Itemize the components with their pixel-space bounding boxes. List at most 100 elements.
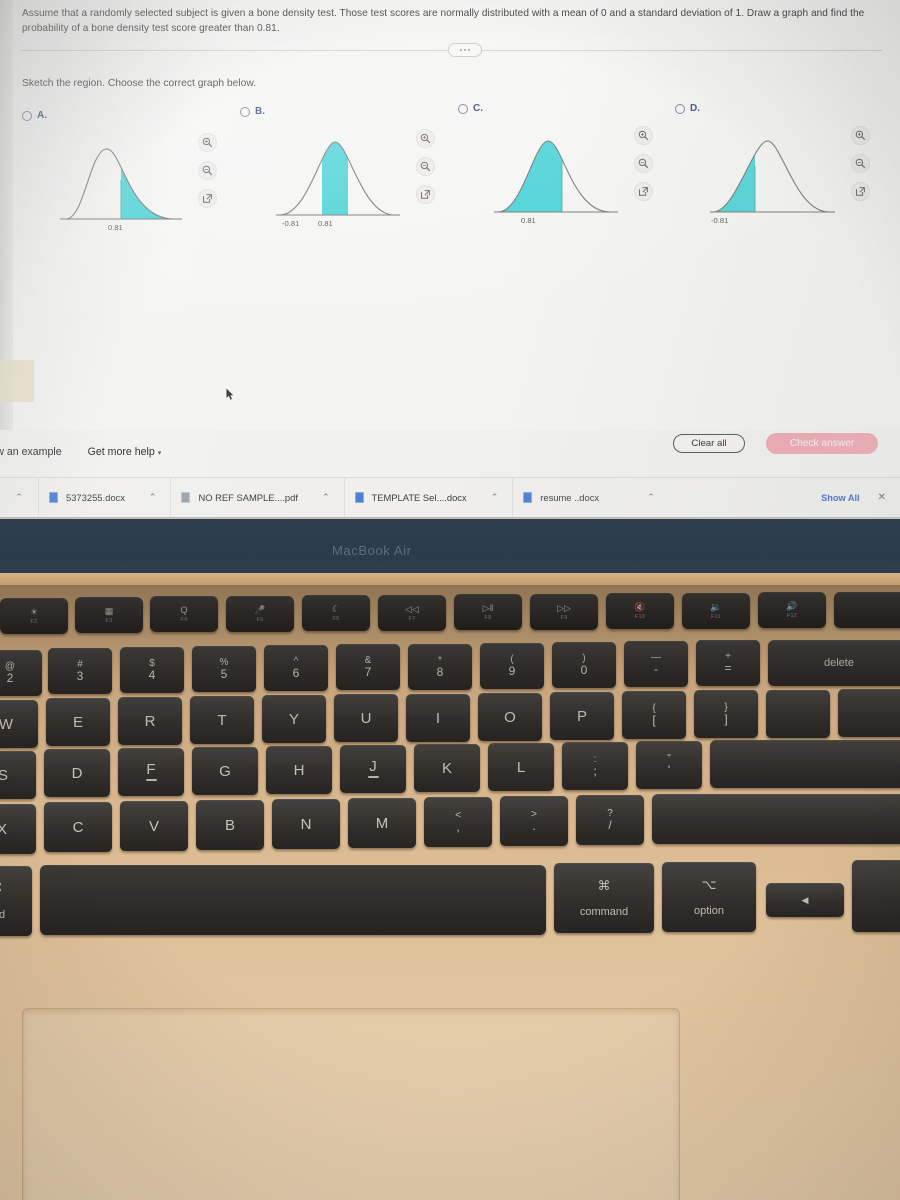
choice-c-tools[interactable] [634,126,653,201]
download-item[interactable]: 5373255.docx ⌃ [38,477,170,518]
view-example-link[interactable]: iew an example [0,446,62,458]
choice-a-head[interactable]: A. [22,110,252,121]
key-c[interactable]: C [44,802,112,852]
key-bracket-left[interactable]: { [ [622,691,686,739]
key-2[interactable]: @ 2 [0,650,42,696]
key-f12[interactable]: 🔊 F12 [758,592,826,628]
choice-b-tools[interactable] [416,129,435,204]
download-item[interactable]: NO REF SAMPLE....pdf ⌃ [170,477,343,518]
radio-button-d[interactable] [675,103,685,114]
key-w[interactable]: W [0,700,38,748]
key-7[interactable]: & 7 [336,644,400,690]
close-icon[interactable]: ✕ [878,492,886,503]
key-f6[interactable]: ☾ F6 [302,595,370,631]
key-slash[interactable]: ? / [576,795,644,845]
choice-a[interactable]: A. 0.81 [22,110,252,236]
key-f2[interactable]: ☀ F2 [0,598,68,634]
key-8[interactable]: * 8 [408,644,472,690]
key-right-extra[interactable] [838,689,900,737]
choice-c-head[interactable]: C. [458,103,688,114]
key-3[interactable]: # 3 [48,648,112,694]
popout-icon[interactable] [198,189,217,208]
key-f4[interactable]: Q F4 [150,596,218,632]
key-x[interactable]: X [0,804,36,854]
key-p[interactable]: P [550,692,614,740]
key-delete[interactable]: delete [768,640,900,686]
show-all-button[interactable]: Show All [821,493,859,503]
chevron-up-icon[interactable]: ⌃ [491,492,499,503]
key-left-command[interactable]: ⌘ and [0,866,32,936]
key-k[interactable]: K [414,744,480,792]
key-f11[interactable]: 🔉 F11 [682,593,750,629]
choice-a-tools[interactable] [198,133,217,208]
chevron-up-icon[interactable]: ⌃ [647,492,655,503]
key-0[interactable]: ) 0 [552,642,616,688]
zoom-out-icon[interactable] [634,154,653,173]
key-power[interactable] [834,592,900,628]
key-h[interactable]: H [266,746,332,794]
key-4[interactable]: $ 4 [120,647,184,693]
key-bracket-right[interactable]: } ] [694,690,758,738]
popout-icon[interactable] [851,182,870,201]
key-5[interactable]: % 5 [192,646,256,692]
key-right-command[interactable]: ⌘ command [554,863,654,933]
key-f9[interactable]: ▷▷ F9 [530,594,598,630]
key-l[interactable]: L [488,743,554,791]
get-more-help-link[interactable]: Get more help ▾ [88,446,162,458]
key-u[interactable]: U [334,694,398,742]
key-f7[interactable]: ◁◁ F7 [378,595,446,631]
key-9[interactable]: ( 9 [480,643,544,689]
choice-b-head[interactable]: B. [240,106,470,117]
key-6[interactable]: ^ 6 [264,645,328,691]
chevron-up-icon[interactable]: ⌃ [322,492,330,503]
radio-button-b[interactable] [240,106,250,117]
key-f8[interactable]: ▷ǁ F8 [454,594,522,630]
radio-button-c[interactable] [458,103,468,114]
key-equals[interactable]: + = [696,640,760,686]
key-minus[interactable]: — - [624,641,688,687]
key-backslash[interactable] [766,690,830,738]
downloads-left-caret-icon[interactable]: ⌃ [0,492,38,503]
key-period[interactable]: > . [500,796,568,846]
trackpad[interactable] [22,1008,680,1200]
key-r[interactable]: R [118,697,182,745]
key-n[interactable]: N [272,799,340,849]
key-d[interactable]: D [44,749,110,797]
key-comma[interactable]: < , [424,797,492,847]
choice-d[interactable]: D. -0.81 [675,103,900,229]
key-e[interactable]: E [46,698,110,746]
choice-b[interactable]: B. -0.81 0.81 [240,106,470,232]
key-y[interactable]: Y [262,695,326,743]
key-semicolon[interactable]: : ; [562,742,628,790]
radio-button-a[interactable] [22,110,32,121]
key-f[interactable]: F [118,748,184,796]
zoom-out-icon[interactable] [198,161,217,180]
key-quote[interactable]: " ' [636,741,702,789]
more-options-pill[interactable] [448,43,482,57]
key-f3[interactable]: ▦ F3 [75,597,143,633]
key-i[interactable]: I [406,694,470,742]
zoom-in-icon[interactable] [198,133,217,152]
key-s[interactable]: S [0,751,36,799]
popout-icon[interactable] [416,185,435,204]
zoom-in-icon[interactable] [634,126,653,145]
key-g[interactable]: G [192,747,258,795]
key-b[interactable]: B [196,800,264,850]
key-m[interactable]: M [348,798,416,848]
zoom-out-icon[interactable] [416,157,435,176]
key-return[interactable] [710,740,900,788]
chevron-up-icon[interactable]: ⌃ [149,492,157,503]
choice-c[interactable]: C. 0.81 [458,103,688,229]
key-t[interactable]: T [190,696,254,744]
clear-all-button[interactable]: Clear all [673,434,745,453]
key-right-option[interactable]: ⌥ option [662,862,756,932]
key-o[interactable]: O [478,693,542,741]
key-f10[interactable]: 🔇 F10 [606,593,674,629]
check-answer-button[interactable]: Check answer [766,433,878,454]
choice-d-tools[interactable] [851,126,870,201]
key-arrow-left[interactable]: ◀ [766,883,844,917]
key-j[interactable]: J [340,745,406,793]
key-spacebar[interactable] [40,865,546,935]
download-item[interactable]: TEMPLATE Sel....docx ⌃ [343,477,513,518]
zoom-out-icon[interactable] [851,154,870,173]
